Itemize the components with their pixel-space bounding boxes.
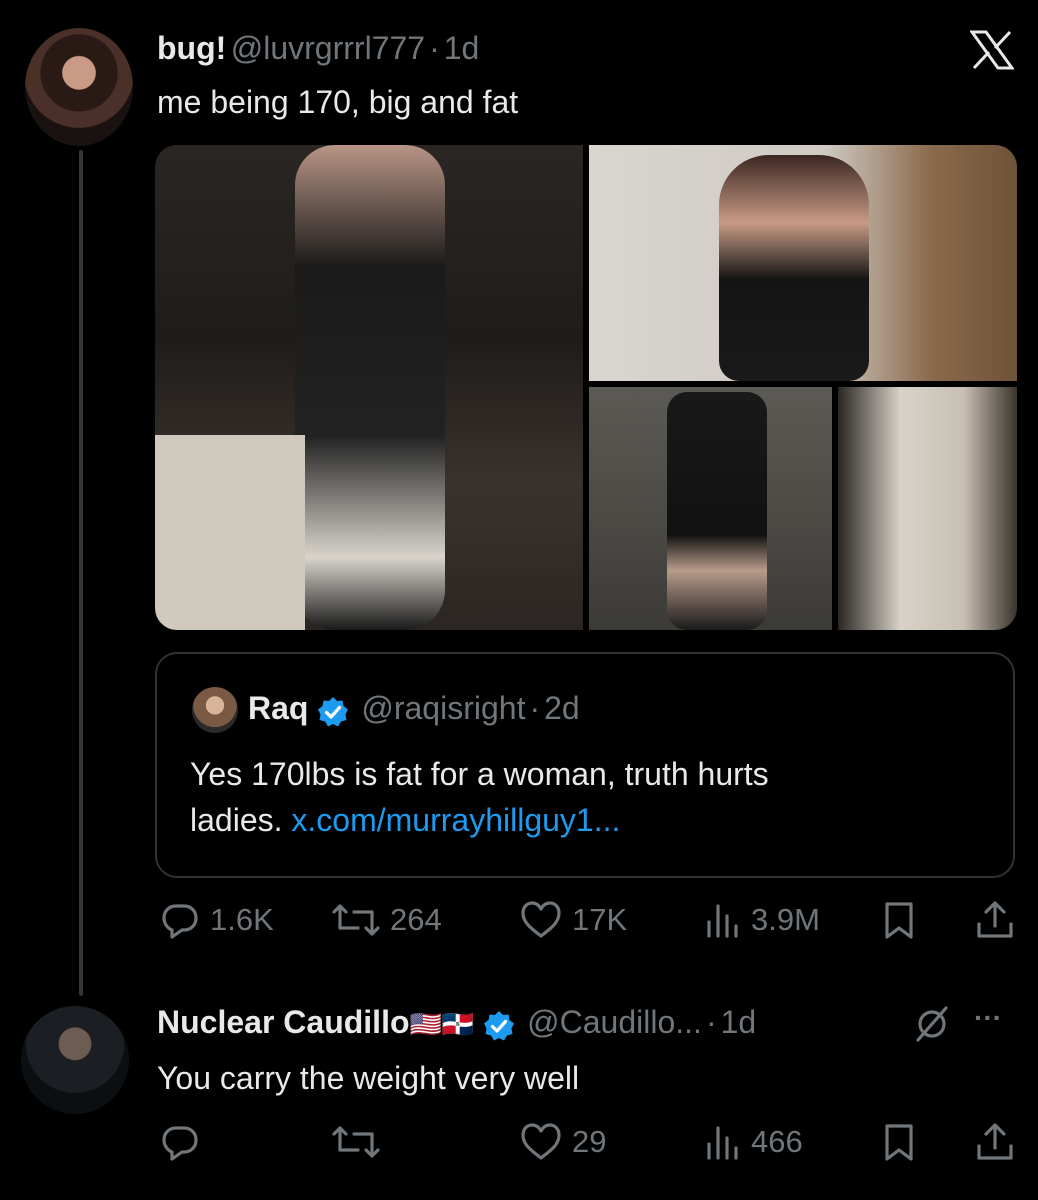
share-icon xyxy=(977,901,1013,938)
media-photo-1[interactable] xyxy=(155,145,583,630)
views-count: 3.9M xyxy=(751,902,820,937)
reply-repost-button[interactable] xyxy=(332,1122,390,1162)
x-logo-icon[interactable]: X xyxy=(969,30,1015,70)
repost-button[interactable]: 264 xyxy=(332,900,442,940)
like-count: 17K xyxy=(572,902,628,937)
media-photo-4[interactable] xyxy=(838,387,1017,630)
post-time[interactable]: 1d xyxy=(444,30,480,66)
views-icon xyxy=(707,1126,738,1160)
quoted-author-handle[interactable]: @raqisright xyxy=(361,690,525,726)
reply-bookmark-button[interactable] xyxy=(883,1122,915,1162)
media-photo-2[interactable] xyxy=(589,145,1017,381)
quoted-author-name[interactable]: Raq xyxy=(248,690,308,726)
reply-like-count: 29 xyxy=(572,1124,607,1159)
reply-icon xyxy=(162,904,198,939)
reply-button[interactable]: 1.6K xyxy=(160,900,274,940)
repost-icon xyxy=(332,1126,380,1158)
verified-badge-icon xyxy=(483,1010,515,1047)
reply-reply-button[interactable] xyxy=(160,1122,210,1162)
post-header: bug! @luvrgrrrl777 · 1d xyxy=(157,30,479,67)
reply-author-name[interactable]: Nuclear Caudillo xyxy=(157,1004,410,1040)
repost-icon xyxy=(332,904,380,936)
repost-count: 264 xyxy=(390,902,442,937)
reply-views-button[interactable]: 466 xyxy=(705,1122,803,1162)
quoted-post-text-line1: Yes 170lbs is fat for a woman, truth hur… xyxy=(190,756,769,792)
quoted-post-header: Raq @raqisright · 2d xyxy=(248,690,580,733)
author-name[interactable]: bug! xyxy=(157,30,226,66)
more-icon[interactable]: ··· xyxy=(974,1002,1002,1034)
bookmark-icon xyxy=(885,1124,913,1161)
share-icon xyxy=(977,1123,1013,1160)
views-icon xyxy=(707,904,738,938)
reply-like-button[interactable]: 29 xyxy=(520,1122,606,1162)
reply-separator-dot: · xyxy=(705,1004,717,1040)
author-handle[interactable]: @luvrgrrrl777 xyxy=(231,30,425,66)
reply-author-handle[interactable]: @Caudillo... xyxy=(527,1004,702,1040)
reply-views-count: 466 xyxy=(751,1124,803,1159)
separator-dot: · xyxy=(429,30,440,66)
reply-author-avatar[interactable] xyxy=(21,1006,129,1114)
like-icon xyxy=(521,901,561,938)
quoted-post[interactable]: Raq @raqisright · 2d Yes 170lbs is fat for… xyxy=(155,652,1015,878)
share-button[interactable] xyxy=(975,900,1015,940)
media-photo-3[interactable] xyxy=(589,387,832,630)
quoted-post-text-line2: ladies. x.com/murrayhillguy1... xyxy=(190,800,620,840)
quoted-separator-dot: · xyxy=(529,690,541,726)
thread-connector-line xyxy=(79,150,83,996)
like-button[interactable]: 17K xyxy=(520,900,627,940)
reply-header: Nuclear Caudillo🇺🇸🇩🇴 @Caudillo... · 1d xyxy=(157,1004,756,1047)
reply-time[interactable]: 1d xyxy=(721,1004,757,1040)
reply-count: 1.6K xyxy=(210,902,274,937)
post-text: me being 170, big and fat xyxy=(157,84,519,120)
views-button[interactable]: 3.9M xyxy=(705,900,820,940)
reply-share-button[interactable] xyxy=(975,1122,1015,1162)
reply-author-flags: 🇺🇸🇩🇴 xyxy=(409,1009,475,1039)
quoted-post-link[interactable]: x.com/murrayhillguy1... xyxy=(291,802,620,838)
like-icon xyxy=(521,1123,561,1160)
reply-text: You carry the weight very well xyxy=(157,1060,580,1096)
quoted-post-time[interactable]: 2d xyxy=(544,690,580,726)
reply-icon xyxy=(162,1126,198,1161)
quoted-post-text-prefix: ladies. xyxy=(190,802,292,838)
media-grid[interactable] xyxy=(155,145,1017,630)
grok-icon[interactable] xyxy=(912,1004,952,1044)
verified-badge-icon xyxy=(317,696,349,733)
bookmark-button[interactable] xyxy=(883,900,915,940)
bookmark-icon xyxy=(885,902,913,939)
author-avatar[interactable] xyxy=(25,28,133,146)
quoted-author-avatar[interactable] xyxy=(192,687,238,733)
